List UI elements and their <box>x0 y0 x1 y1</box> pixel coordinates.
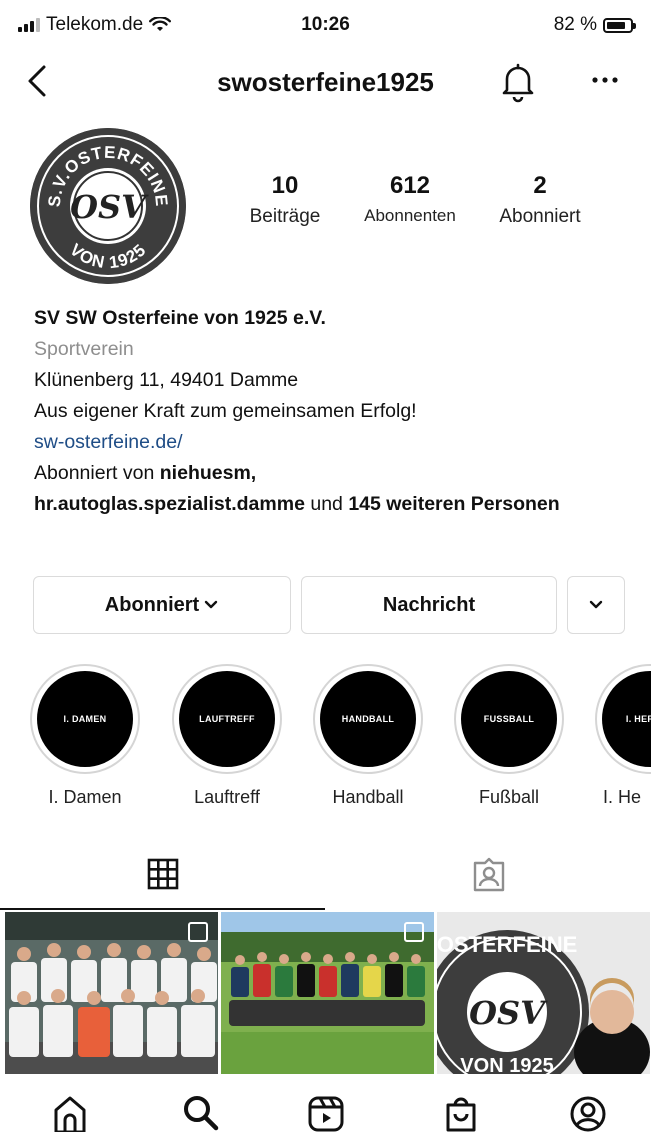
multiple-posts-icon <box>188 922 208 942</box>
avatar-monogram: OSV <box>70 188 149 226</box>
highlight-cover: HANDBALL <box>320 671 416 767</box>
profile-bio: SV SW Osterfeine von 1925 e.V. Sportvere… <box>34 303 624 520</box>
post-thumbnail[interactable]: OSTERFEINE OSV VON 1925 <box>437 912 650 1074</box>
following-button-label: Abonniert <box>104 593 200 616</box>
profile-header: swosterfeine1925 <box>0 55 651 110</box>
bell-icon[interactable] <box>498 59 538 103</box>
message-button[interactable]: Nachricht <box>301 576 557 634</box>
post-logo-year: VON 1925 <box>460 1055 553 1074</box>
profile-website-link[interactable]: sw-osterfeine.de/ <box>34 427 624 458</box>
home-icon[interactable] <box>50 1092 90 1133</box>
highlight-cover: I. DAMEN <box>37 671 133 767</box>
tagged-icon <box>473 857 504 892</box>
highlight-label: I. He <box>603 787 642 807</box>
status-bar: Telekom.de 10:26 82 % <box>0 0 651 50</box>
followed-by-and: und <box>304 493 349 515</box>
multiple-posts-icon <box>404 922 424 942</box>
profile-tabs <box>0 840 651 912</box>
profile-address[interactable]: Klünenberg 11, 49401 Damme <box>34 365 624 396</box>
followed-by-user1: niehuesm, <box>159 462 257 484</box>
shop-icon[interactable] <box>441 1092 481 1132</box>
stat-posts[interactable]: 10 Beiträge <box>225 172 345 228</box>
reels-icon[interactable] <box>306 1092 346 1132</box>
profile-category: Sportverein <box>34 338 134 360</box>
profile-stats: 10 Beiträge 612 Abonnenten 2 Abonniert <box>225 172 625 228</box>
grid-icon <box>147 858 178 890</box>
highlight-label: I. Damen <box>48 787 122 807</box>
followed-by-line[interactable]: Abonniert von niehuesm, hr.autoglas.spez… <box>34 458 624 520</box>
stat-followers-value: 612 <box>389 172 431 199</box>
stat-posts-value: 10 <box>271 172 299 199</box>
bottom-navigation <box>0 1074 651 1133</box>
highlight-herren[interactable]: I. HERREN I. He <box>595 664 651 808</box>
profile-slogan: Aus eigener Kraft zum gemeinsamen Erfolg… <box>34 400 417 422</box>
stat-following-label: Abonniert <box>499 206 581 227</box>
chevron-down-icon <box>589 600 603 609</box>
followed-by-prefix: Abonniert von <box>34 462 160 484</box>
profile-icon[interactable] <box>568 1092 608 1132</box>
battery-percent: 82 % <box>553 14 597 35</box>
suggested-accounts-button[interactable] <box>567 576 625 634</box>
highlight-cover: LAUFTREFF <box>179 671 275 767</box>
profile-avatar[interactable]: S.V.OSTERFEINE VON 1925 OSV <box>30 128 186 284</box>
chevron-down-icon <box>205 600 218 609</box>
highlight-damen[interactable]: I. DAMEN I. Damen <box>30 664 140 808</box>
post-logo-text: OSTERFEINE <box>437 932 577 957</box>
tab-posts-grid[interactable] <box>0 840 325 910</box>
stat-followers-label: Abonnenten <box>364 206 456 225</box>
post-thumbnail[interactable] <box>221 912 434 1074</box>
highlight-fussball[interactable]: FUSSBALL Fußball <box>454 664 564 808</box>
followed-by-count: 145 weiteren Personen <box>348 493 560 515</box>
profile-name: SV SW Osterfeine von 1925 e.V. <box>34 307 326 329</box>
battery-icon <box>603 17 636 33</box>
search-icon[interactable] <box>180 1092 220 1132</box>
highlight-label: Lauftreff <box>194 787 260 807</box>
post-logo-monogram: OSV <box>469 994 548 1032</box>
posts-grid: OSTERFEINE OSV VON 1925 <box>5 912 651 1074</box>
highlight-label: Fußball <box>478 787 540 807</box>
battery-group: 82 % <box>553 14 636 36</box>
following-button[interactable]: Abonniert <box>33 576 291 634</box>
username-title: swosterfeine1925 <box>217 67 434 97</box>
highlight-cover: I. HERREN <box>602 671 651 767</box>
stat-posts-label: Beiträge <box>249 206 321 227</box>
stat-following[interactable]: 2 Abonniert <box>475 172 605 228</box>
highlight-lauftreff[interactable]: LAUFTREFF Lauftreff <box>172 664 282 808</box>
stat-following-value: 2 <box>533 172 547 199</box>
post-thumbnail[interactable] <box>5 912 218 1074</box>
highlight-label: Handball <box>332 787 404 807</box>
followed-by-user2: hr.autoglas.spezialist.damme <box>34 493 305 515</box>
stat-followers[interactable]: 612 Abonnenten <box>345 172 475 228</box>
tab-tagged[interactable] <box>326 840 651 910</box>
message-button-label: Nachricht <box>382 593 476 616</box>
highlight-cover: FUSSBALL <box>461 671 557 767</box>
story-highlights: I. DAMEN I. Damen LAUFTREFF Lauftreff HA… <box>0 664 651 814</box>
highlight-handball[interactable]: HANDBALL Handball <box>313 664 423 808</box>
more-icon[interactable] <box>585 63 625 97</box>
